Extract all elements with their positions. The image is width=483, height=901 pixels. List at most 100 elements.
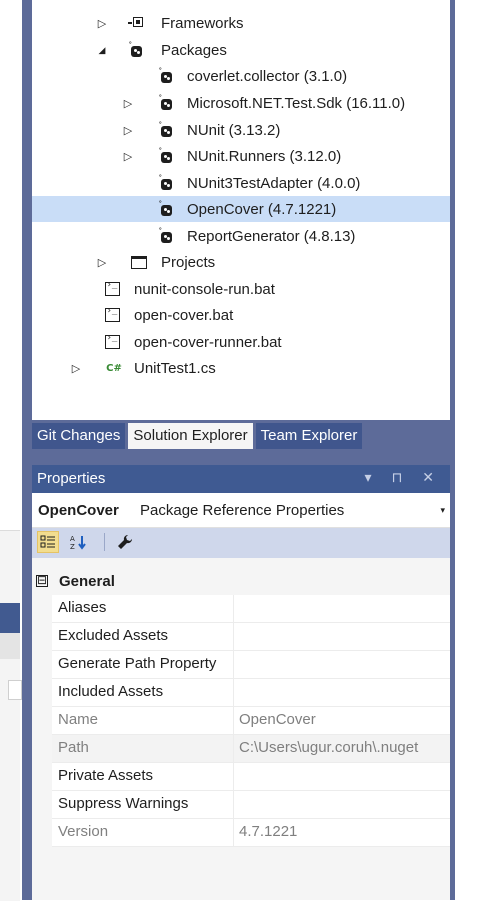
sort-alphabetical-icon[interactable]: AZ (67, 531, 89, 553)
expand-arrow-icon[interactable]: ▷ (96, 255, 108, 269)
frameworks-icon (128, 15, 144, 31)
grid-divider (233, 791, 234, 818)
tree-item-microsoft-net-test-sdk[interactable]: ▷ ˚ Microsoft.NET.Test.Sdk (16.11.0) (32, 90, 450, 116)
solution-explorer-tree: ▷ Frameworks ◢ ˚ Packages ˚ coverlet.col… (32, 0, 450, 420)
tree-item-packages[interactable]: ◢ ˚ Packages (32, 37, 450, 63)
background-window-titlebar (0, 603, 20, 633)
property-value: 4.7.1221 (239, 823, 298, 840)
property-name: Version (58, 823, 109, 840)
package-icon: ˚ (158, 200, 174, 217)
wrench-icon[interactable] (114, 531, 136, 553)
tree-item-label: open-cover.bat (134, 306, 234, 324)
grid-divider (233, 763, 234, 790)
tree-item-label: Projects (161, 253, 216, 271)
project-icon (131, 254, 147, 270)
grid-divider (233, 819, 234, 846)
package-icon: ˚ (158, 121, 174, 138)
properties-title: Properties (37, 470, 106, 487)
tool-window-tabs: Git Changes Solution Explorer Team Explo… (32, 423, 365, 449)
property-row-suppress-warnings[interactable]: Suppress Warnings (52, 791, 450, 819)
tree-item-open-cover-runner-bat[interactable]: open-cover-runner.bat (32, 329, 450, 355)
background-window-edge (0, 530, 20, 901)
batch-file-icon (104, 333, 120, 350)
tree-item-label: UnitTest1.cs (134, 359, 216, 377)
property-name: Name (58, 711, 99, 728)
tree-item-label: NUnit.Runners (3.12.0) (187, 147, 342, 165)
grid-divider (233, 623, 234, 650)
tree-item-label: NUnit3TestAdapter (4.0.0) (187, 174, 361, 192)
property-row-private-assets[interactable]: Private Assets (52, 763, 450, 791)
tree-item-label: nunit-console-run.bat (134, 280, 275, 298)
batch-file-icon (104, 306, 120, 323)
batch-file-icon (104, 280, 120, 297)
grid-gutter (32, 595, 52, 845)
category-general[interactable]: ⊟ General (32, 569, 450, 595)
expand-arrow-icon[interactable]: ▷ (122, 149, 134, 163)
property-row-included-assets[interactable]: Included Assets (52, 679, 450, 707)
property-row-aliases[interactable]: Aliases (52, 595, 450, 623)
property-name: Private Assets (58, 767, 154, 784)
expand-arrow-icon[interactable]: ▷ (122, 96, 134, 110)
chevron-down-icon[interactable]: ▾ (440, 505, 445, 516)
collapse-arrow-icon[interactable]: ◢ (96, 43, 108, 57)
categorized-icon[interactable] (37, 531, 59, 553)
category-label: General (59, 573, 115, 590)
properties-panel: OpenCover Package Reference Properties ▾… (32, 493, 450, 900)
object-name: OpenCover (38, 502, 119, 519)
property-name: Aliases (58, 599, 107, 616)
expand-arrow-icon[interactable]: ▷ (70, 361, 82, 375)
package-icon: ˚ (128, 41, 144, 58)
property-name: Generate Path Property (58, 655, 217, 672)
tree-item-label: NUnit (3.13.2) (187, 121, 281, 139)
expand-arrow-icon[interactable]: ▷ (122, 123, 134, 137)
property-name: Included Assets (58, 683, 164, 700)
tab-team-explorer[interactable]: Team Explorer (255, 423, 363, 449)
tree-item-open-cover-bat[interactable]: open-cover.bat (32, 302, 450, 328)
collapse-box-icon[interactable]: ⊟ (36, 574, 48, 587)
tree-item-reportgenerator[interactable]: ˚ ReportGenerator (4.8.13) (32, 223, 450, 249)
tree-item-projects[interactable]: ▷ Projects (32, 249, 450, 275)
object-selector[interactable]: OpenCover Package Reference Properties ▾ (32, 493, 450, 528)
package-icon: ˚ (158, 94, 174, 111)
tab-git-changes[interactable]: Git Changes (32, 423, 126, 449)
property-row-version[interactable]: Version 4.7.1221 (52, 819, 450, 847)
grid-divider (233, 595, 234, 622)
grid-divider (233, 735, 234, 762)
grid-divider (233, 651, 234, 678)
background-right (455, 0, 483, 900)
background-window-bar (0, 633, 20, 659)
package-icon: ˚ (158, 147, 174, 164)
tree-item-nunit3testadapter[interactable]: ˚ NUnit3TestAdapter (4.0.0) (32, 170, 450, 196)
tab-solution-explorer[interactable]: Solution Explorer (128, 423, 253, 449)
csharp-file-icon: C# (106, 362, 122, 374)
expand-arrow-icon[interactable]: ▷ (96, 16, 108, 30)
tree-item-nunit[interactable]: ▷ ˚ NUnit (3.13.2) (32, 117, 450, 143)
property-row-name[interactable]: Name OpenCover (52, 707, 450, 735)
window-controls-icon[interactable]: ▾ ⊓ ✕ (365, 469, 442, 486)
property-row-path[interactable]: Path C:\Users\ugur.coruh\.nuget (52, 735, 450, 763)
tree-item-label: open-cover-runner.bat (134, 333, 282, 351)
properties-title-bar: Properties ▾ ⊓ ✕ (32, 465, 450, 493)
tree-item-label: OpenCover (4.7.1221) (187, 200, 337, 218)
svg-text:A: A (70, 535, 75, 543)
background-window-field (8, 680, 22, 700)
tree-item-label: ReportGenerator (4.8.13) (187, 227, 356, 245)
tree-item-label: Packages (161, 41, 227, 59)
tree-item-coverlet-collector[interactable]: ˚ coverlet.collector (3.1.0) (32, 63, 450, 89)
tree-item-nunit-runners[interactable]: ▷ ˚ NUnit.Runners (3.12.0) (32, 143, 450, 169)
property-row-excluded-assets[interactable]: Excluded Assets (52, 623, 450, 651)
svg-text:Z: Z (70, 543, 75, 550)
package-icon: ˚ (158, 227, 174, 244)
property-name: Suppress Warnings (58, 795, 189, 812)
property-row-generate-path-property[interactable]: Generate Path Property (52, 651, 450, 679)
tree-item-nunit-console-run-bat[interactable]: nunit-console-run.bat (32, 276, 450, 302)
properties-toolbar: AZ (32, 528, 450, 558)
toolbar-separator (104, 533, 105, 551)
tree-item-unittest1-cs[interactable]: ▷ C# UnitTest1.cs (32, 355, 450, 381)
tree-item-label: Frameworks (161, 14, 244, 32)
tree-item-label: Microsoft.NET.Test.Sdk (16.11.0) (187, 94, 406, 112)
tree-item-opencover[interactable]: ˚ OpenCover (4.7.1221) (32, 196, 450, 222)
package-icon: ˚ (158, 174, 174, 191)
object-type: Package Reference Properties (140, 502, 345, 519)
tree-item-frameworks[interactable]: ▷ Frameworks (32, 10, 450, 36)
